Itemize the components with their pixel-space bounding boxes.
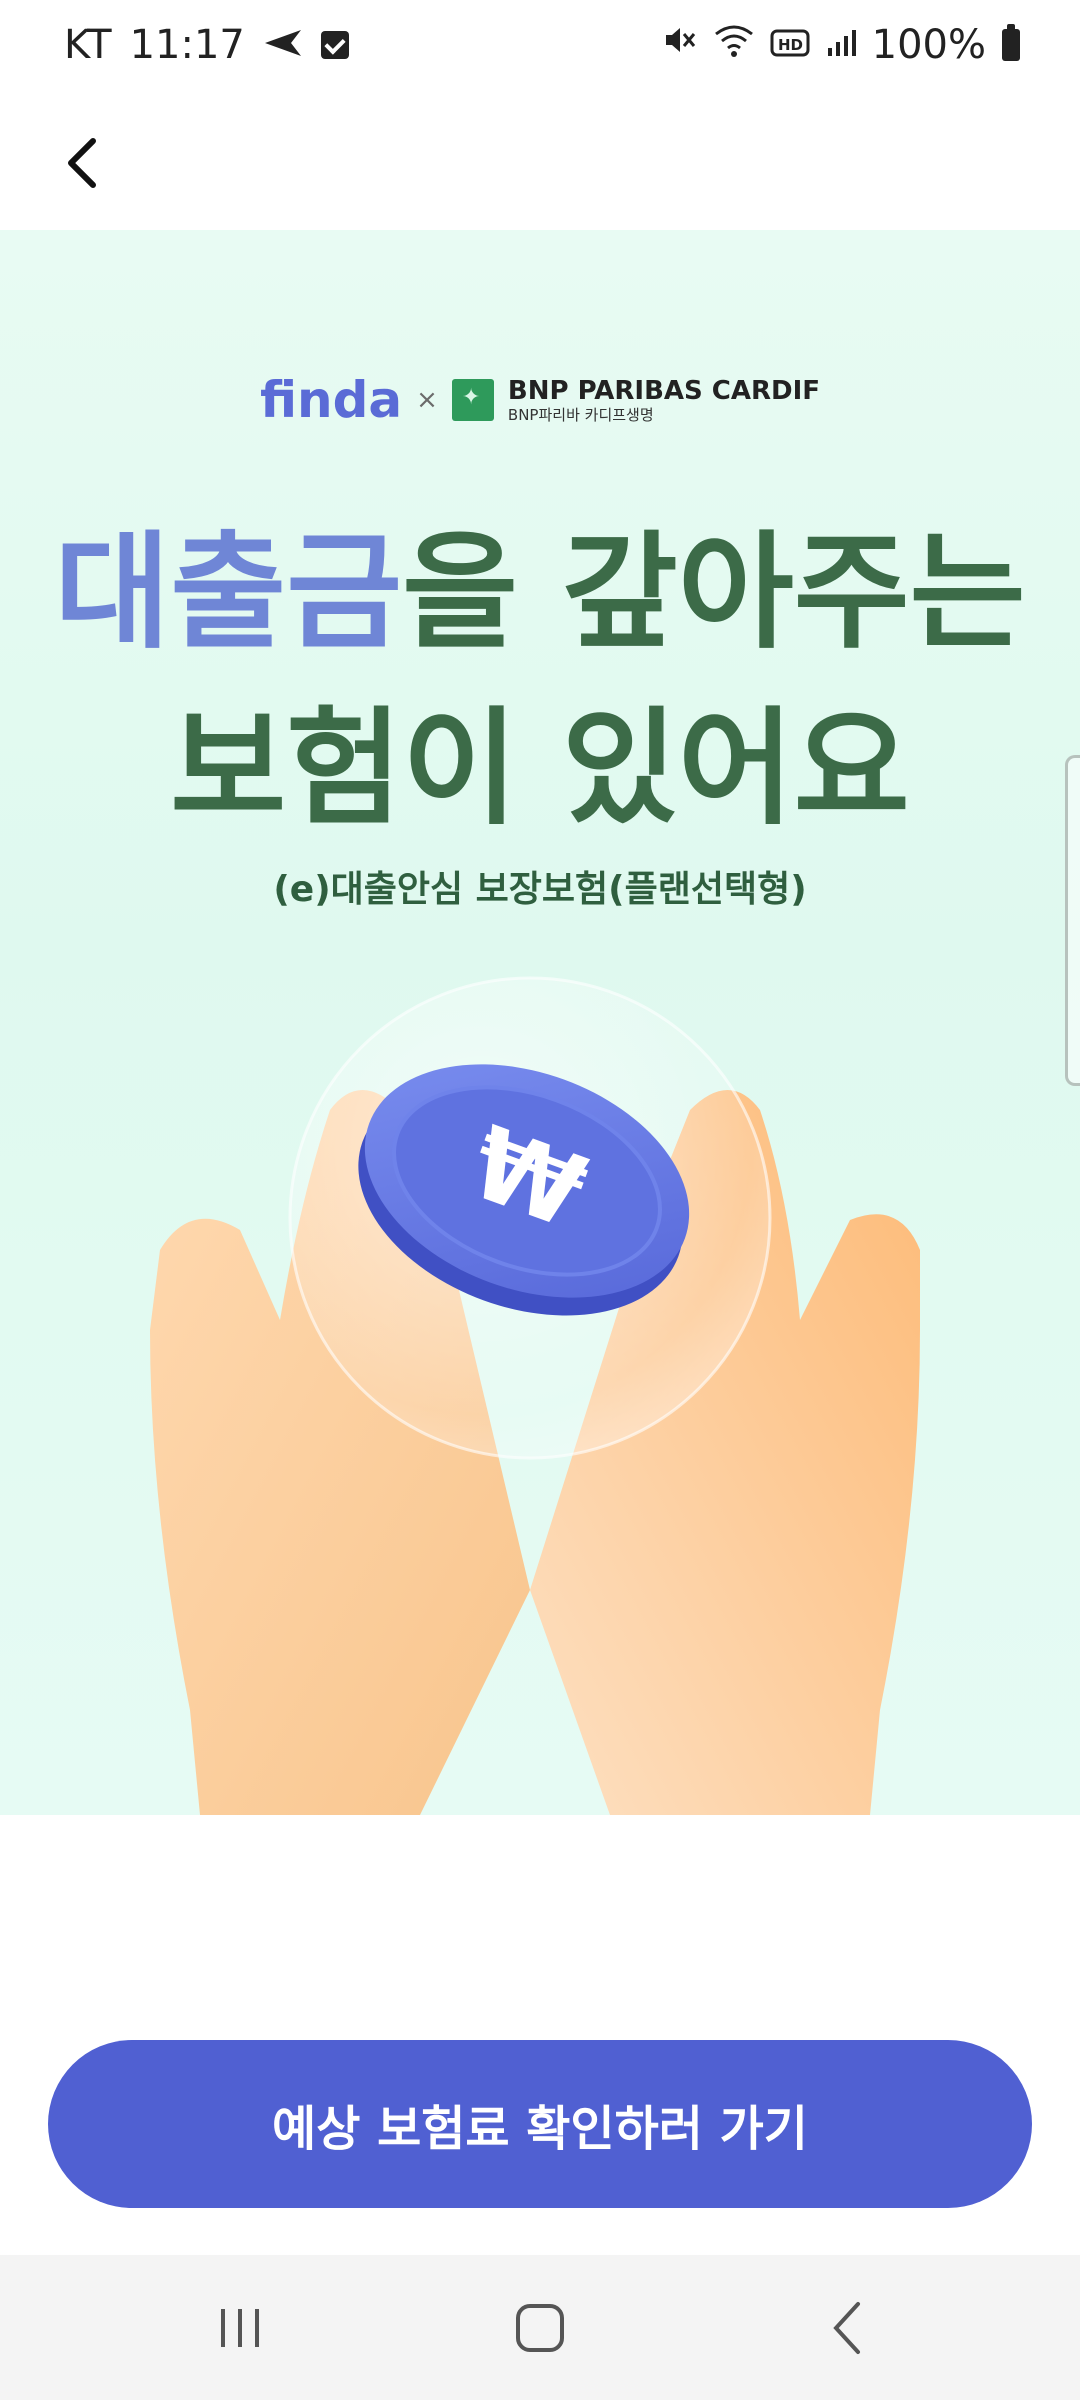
bnp-wordmark: BNP PARIBAS CARDIF BNP파리바 카디프생명 xyxy=(508,378,820,423)
status-right: HD 100% xyxy=(662,22,1020,68)
carrier-label: KT xyxy=(64,22,112,68)
status-bar: KT 11:17 HD 100% xyxy=(0,0,1080,100)
hd-icon: HD xyxy=(770,22,810,68)
back-button[interactable] xyxy=(46,130,116,200)
bnp-logo-icon xyxy=(451,379,494,421)
back-icon xyxy=(828,2300,868,2360)
headline-highlight: 대출금 xyxy=(54,519,403,666)
wifi-icon xyxy=(714,22,754,68)
svg-text:HD: HD xyxy=(778,36,803,54)
status-left: KT 11:17 xyxy=(64,22,349,68)
headline: 대출금을 갚아주는 보험이 있어요 xyxy=(0,505,1080,858)
check-premium-button[interactable]: 예상 보험료 확인하러 가기 xyxy=(48,2040,1032,2208)
send-icon xyxy=(263,22,303,68)
partner-sub: BNP파리바 카디프생명 xyxy=(507,405,654,424)
headline-line2: 보험이 있어요 xyxy=(170,695,910,843)
home-icon xyxy=(514,2302,566,2358)
headline-line1-rest: 을 갚아주는 xyxy=(402,519,1026,666)
headline-line1: 대출금을 갚아주는 xyxy=(0,505,1080,681)
time-label: 11:17 xyxy=(129,22,245,68)
brand-row: finda × BNP PARIBAS CARDIF BNP파리바 카디프생명 xyxy=(0,370,1080,430)
product-subtitle: (e)대출안심 보장보험(플랜선택형) xyxy=(273,869,807,910)
system-nav-bar xyxy=(0,2255,1080,2400)
checkbox-icon xyxy=(320,31,349,59)
partner-name: BNP PARIBAS CARDIF xyxy=(507,375,821,406)
top-app-bar xyxy=(0,100,1080,230)
collab-times: × xyxy=(416,385,438,415)
recent-apps-icon xyxy=(215,2303,265,2357)
mute-icon xyxy=(662,22,698,68)
home-button[interactable] xyxy=(500,2300,580,2360)
nav-back-button[interactable] xyxy=(808,2300,888,2360)
battery-icon xyxy=(1002,24,1020,61)
recent-apps-button[interactable] xyxy=(200,2300,280,2360)
hero-banner: finda × BNP PARIBAS CARDIF BNP파리바 카디프생명 … xyxy=(0,230,1080,1815)
hands-coin-illustration: ₩ xyxy=(0,950,1080,1815)
back-arrow-icon xyxy=(61,135,101,195)
battery-label: 100% xyxy=(871,22,986,68)
cta-area: 예상 보험료 확인하러 가기 xyxy=(0,2040,1080,2210)
signal-icon xyxy=(826,22,856,68)
finda-logo: finda xyxy=(259,371,403,429)
